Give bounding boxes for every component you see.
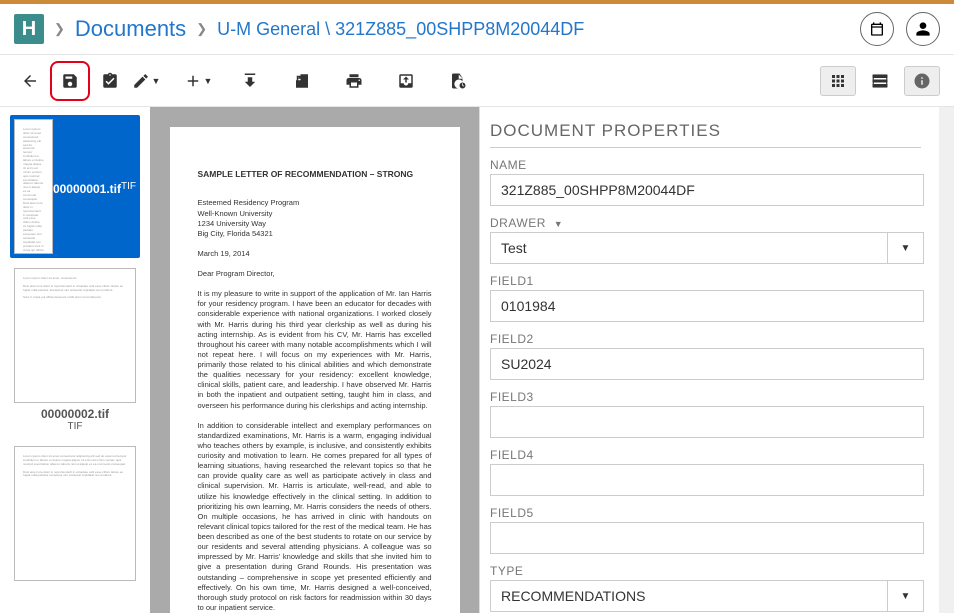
view-grid-button[interactable] bbox=[820, 66, 856, 96]
print-icon bbox=[345, 72, 363, 90]
properties-title: DOCUMENT PROPERTIES bbox=[490, 121, 921, 148]
app-logo[interactable]: H bbox=[14, 14, 44, 44]
properties-panel: DOCUMENT PROPERTIES NAME DRAWER ▼ Test ▼… bbox=[479, 107, 939, 613]
type-select[interactable]: RECOMMENDATIONS ▼ bbox=[490, 580, 924, 612]
download-icon bbox=[241, 72, 259, 90]
drawer-select[interactable]: Test ▼ bbox=[490, 232, 924, 264]
field5-label: FIELD5 bbox=[490, 506, 921, 520]
scrollbar[interactable] bbox=[939, 107, 954, 613]
name-field[interactable] bbox=[490, 174, 924, 206]
field2-label: FIELD2 bbox=[490, 332, 921, 346]
grid-icon bbox=[829, 72, 847, 90]
drawer-label: DRAWER ▼ bbox=[490, 216, 921, 230]
edit-icon bbox=[132, 72, 150, 90]
thumbnail-name: 00000002.tif bbox=[14, 407, 136, 421]
field4-label: FIELD4 bbox=[490, 448, 921, 462]
toolbar: ▼ ▼ bbox=[0, 55, 954, 107]
breadcrumb-root[interactable]: Documents bbox=[75, 16, 186, 42]
drawer-value: Test bbox=[501, 240, 527, 256]
view-list-button[interactable] bbox=[862, 66, 898, 96]
thumbnail-preview: Lorem ipsum dolor sit amet consectetur a… bbox=[14, 119, 53, 254]
edit-button[interactable]: ▼ bbox=[130, 65, 162, 97]
save-button[interactable] bbox=[50, 61, 90, 101]
type-value: RECOMMENDATIONS bbox=[501, 588, 645, 604]
outbox-icon bbox=[397, 72, 415, 90]
arrow-left-icon bbox=[21, 72, 39, 90]
schedule-button[interactable] bbox=[442, 65, 474, 97]
chevron-down-icon: ▼ bbox=[887, 233, 923, 263]
thumbnail-panel: Lorem ipsum dolor sit amet consectetur a… bbox=[0, 107, 150, 613]
export-icon bbox=[293, 72, 311, 90]
thumbnail-item[interactable]: Lorem ipsum dolor sit amet consectetur a… bbox=[10, 115, 140, 258]
doc-address: Esteemed Residency Program Well-Known Un… bbox=[198, 198, 432, 239]
name-label: NAME bbox=[490, 158, 921, 172]
document-clock-icon bbox=[449, 72, 467, 90]
info-panel-button[interactable] bbox=[904, 66, 940, 96]
add-button[interactable]: ▼ bbox=[182, 65, 214, 97]
calendar-button[interactable] bbox=[860, 12, 894, 46]
calendar-icon bbox=[869, 21, 885, 37]
chevron-down-icon: ▼ bbox=[887, 581, 923, 611]
print-button[interactable] bbox=[338, 65, 370, 97]
doc-para: It is my pleasure to write in support of… bbox=[198, 289, 432, 411]
user-icon bbox=[915, 21, 931, 37]
field3-input[interactable] bbox=[490, 406, 924, 438]
thumbnail-type: TIF bbox=[121, 181, 136, 192]
field5-input[interactable] bbox=[490, 522, 924, 554]
field4-input[interactable] bbox=[490, 464, 924, 496]
field3-label: FIELD3 bbox=[490, 390, 921, 404]
thumbnail-item[interactable]: Lorem ipsum dolor sit amet consectetur a… bbox=[10, 442, 140, 585]
plus-icon bbox=[184, 72, 202, 90]
info-icon bbox=[913, 72, 931, 90]
doc-title: SAMPLE LETTER OF RECOMMENDATION – STRONG bbox=[198, 169, 432, 180]
clipboard-icon bbox=[101, 72, 119, 90]
document-preview[interactable]: SAMPLE LETTER OF RECOMMENDATION – STRONG… bbox=[150, 107, 479, 613]
field1-label: FIELD1 bbox=[490, 274, 921, 288]
chevron-right-icon: ❯ bbox=[54, 21, 65, 37]
page: SAMPLE LETTER OF RECOMMENDATION – STRONG… bbox=[170, 127, 460, 613]
list-icon bbox=[871, 72, 889, 90]
thumbnail-preview: Lorem ipsum dolor sit amet consectetur a… bbox=[14, 446, 136, 581]
thumbnail-name: 00000001.tif bbox=[53, 182, 121, 196]
doc-para: In addition to considerable intellect an… bbox=[198, 421, 432, 613]
clipboard-button[interactable] bbox=[94, 65, 126, 97]
field2-input[interactable] bbox=[490, 348, 924, 380]
back-button[interactable] bbox=[14, 65, 46, 97]
chevron-right-icon: ❯ bbox=[196, 21, 207, 37]
save-icon bbox=[61, 72, 79, 90]
thumbnail-item[interactable]: Lorem ipsum dolor sit amet, consectetur.… bbox=[10, 264, 140, 436]
user-button[interactable] bbox=[906, 12, 940, 46]
breadcrumb-path[interactable]: U-M General \ 321Z885_00SHPP8M20044DF bbox=[217, 19, 584, 40]
thumbnail-type: TIF bbox=[14, 421, 136, 432]
export-button[interactable] bbox=[286, 65, 318, 97]
header-bar: H ❯ Documents ❯ U-M General \ 321Z885_00… bbox=[0, 4, 954, 55]
outbox-button[interactable] bbox=[390, 65, 422, 97]
doc-salutation: Dear Program Director, bbox=[198, 269, 432, 279]
thumbnail-preview: Lorem ipsum dolor sit amet, consectetur.… bbox=[14, 268, 136, 403]
doc-date: March 19, 2014 bbox=[198, 249, 432, 259]
field1-input[interactable] bbox=[490, 290, 924, 322]
download-button[interactable] bbox=[234, 65, 266, 97]
type-label: TYPE bbox=[490, 564, 921, 578]
